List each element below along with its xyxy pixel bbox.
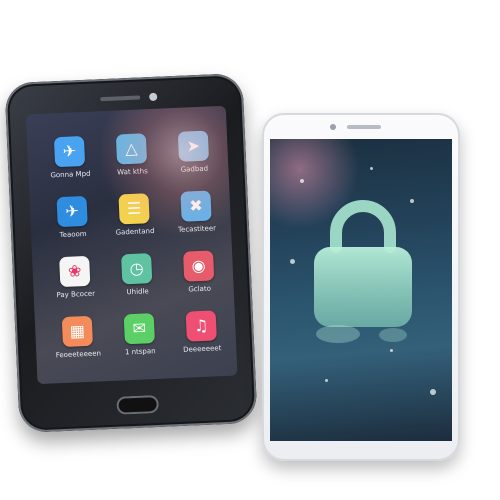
triangle-icon: △ — [115, 133, 148, 165]
bokeh-light — [370, 167, 373, 170]
home-button[interactable] — [116, 394, 160, 415]
app-label: Gonna Mpd — [50, 169, 91, 180]
app-grid: ✈ Gonna Mpd △ Wat kths ➤ Gadbad ✈ Teaoom ☰ Gadent… — [37, 130, 227, 378]
black-smartphone: ✈ Gonna Mpd △ Wat kths ➤ Gadbad ✈ Teaoom ☰ Gadent… — [4, 72, 258, 434]
app-label: Gclato — [188, 284, 212, 294]
app-icon-12[interactable]: ♫ Deeeeeeet — [173, 310, 231, 368]
clock-icon: ◷ — [121, 253, 153, 285]
status-bar — [32, 110, 220, 130]
front-camera — [149, 92, 158, 102]
app-icon-9[interactable]: ◉ Gclato — [170, 250, 228, 308]
app-label: Gadentand — [115, 226, 155, 237]
lock-screen — [270, 139, 452, 441]
bokeh-light — [430, 389, 436, 395]
photos-icon: ❀ — [59, 255, 91, 288]
app-icon-10[interactable]: ▦ Feoeeteeeen — [49, 315, 107, 373]
music-icon: ♫ — [185, 310, 217, 342]
app-icon-11[interactable]: ✉ 1 ntspan — [111, 313, 169, 371]
app-label: Uhidle — [126, 287, 149, 297]
messages-icon: ✉ — [123, 313, 155, 345]
app-icon-3[interactable]: ➤ Gadbad — [165, 130, 223, 188]
grid-icon: ▦ — [61, 315, 94, 348]
bokeh-light — [300, 179, 304, 183]
earpiece-speaker — [100, 95, 141, 102]
app-icon-1[interactable]: ✈ Gonna Mpd — [41, 135, 99, 193]
app-icon-6[interactable]: ✖ Tecastiteer — [167, 190, 225, 248]
scene: ✈ Gonna Mpd △ Wat kths ➤ Gadbad ✈ Teaoom ☰ Gadent… — [0, 0, 500, 500]
app-label: Wat kths — [116, 167, 148, 177]
padlock-icon — [308, 199, 418, 349]
app-icon-7[interactable]: ❀ Pay Bcocer — [46, 255, 104, 313]
earpiece-speaker — [347, 125, 381, 129]
front-camera — [330, 124, 336, 130]
app-label: Feoeeteeeen — [55, 349, 102, 360]
bird-icon: ✈ — [56, 195, 88, 228]
app-label: Pay Bcocer — [56, 289, 96, 300]
app-label: 1 ntspan — [124, 347, 156, 357]
app-icon-2[interactable]: △ Wat kths — [103, 133, 161, 191]
bird-icon: ✈ — [53, 135, 86, 168]
white-smartphone — [262, 113, 460, 461]
bokeh-light — [290, 259, 295, 264]
home-screen: ✈ Gonna Mpd △ Wat kths ➤ Gadbad ✈ Teaoom ☰ Gadent… — [25, 105, 238, 385]
rocket-icon: ➤ — [177, 130, 210, 162]
app-label: Tecastiteer — [177, 224, 217, 234]
app-label: Gadbad — [180, 164, 209, 174]
notes-icon: ☰ — [118, 193, 150, 225]
app-icon-4[interactable]: ✈ Teaoom — [44, 195, 102, 253]
app-icon-5[interactable]: ☰ Gadentand — [105, 193, 163, 251]
tools-icon: ✖ — [180, 190, 212, 222]
bokeh-light — [325, 379, 328, 382]
bokeh-light — [390, 349, 393, 352]
app-label: Teaoom — [59, 229, 87, 240]
maps-icon: ◉ — [182, 250, 215, 282]
app-label: Deeeeeeet — [182, 344, 222, 354]
app-icon-8[interactable]: ◷ Uhidle — [108, 253, 166, 311]
